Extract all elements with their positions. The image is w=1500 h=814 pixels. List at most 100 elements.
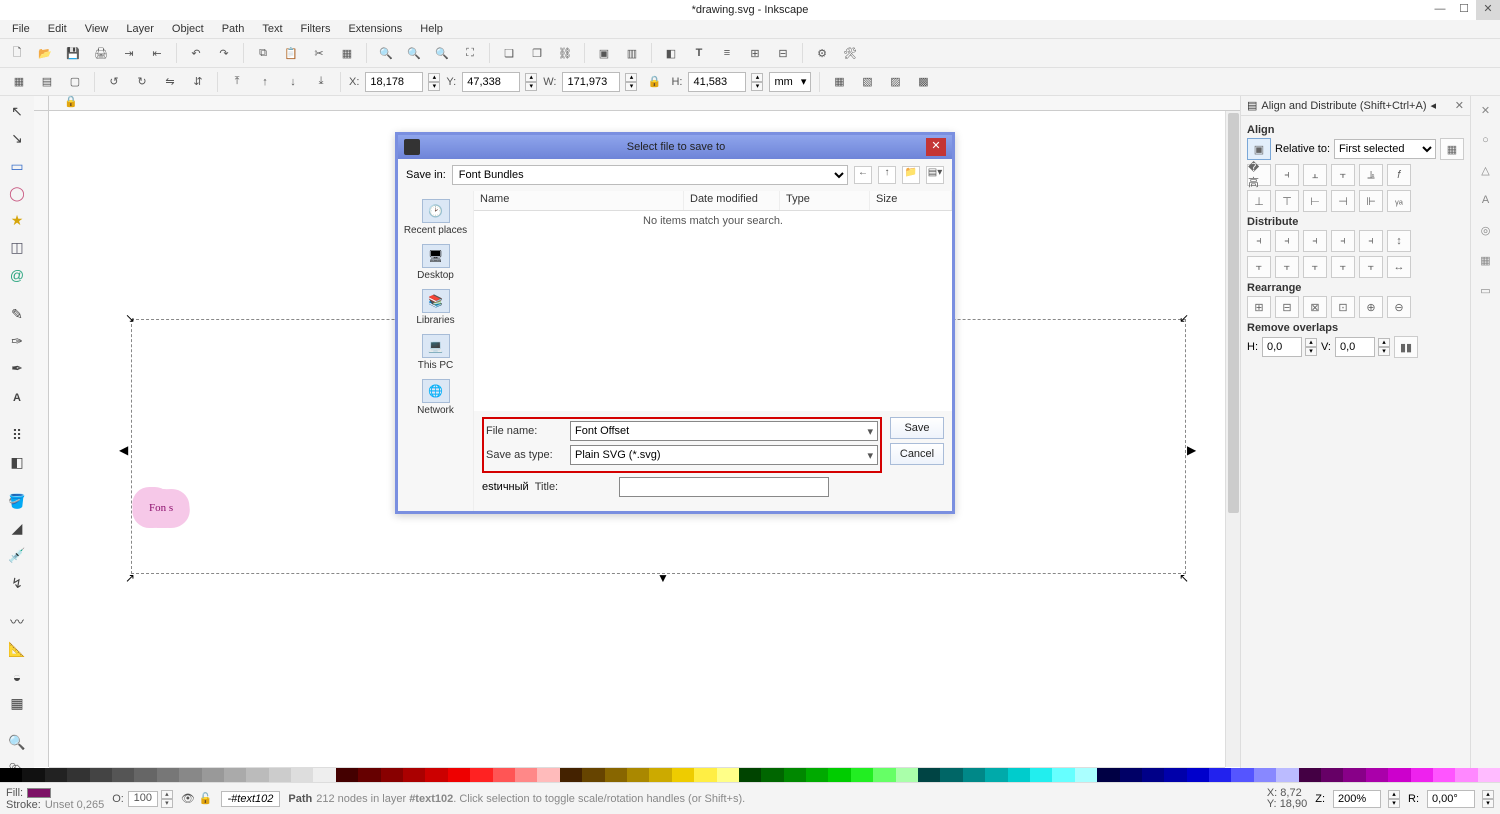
open-icon[interactable]: 📂: [34, 42, 56, 64]
dist-4[interactable]: ⫞: [1331, 230, 1355, 252]
doc-title-input[interactable]: [619, 477, 829, 497]
lpe-tool[interactable]: ◒: [4, 665, 30, 688]
maximize-button[interactable]: ☐: [1452, 0, 1476, 20]
menu-path[interactable]: Path: [214, 22, 253, 36]
align-top-edges[interactable]: ⫟: [1331, 164, 1355, 186]
save-in-select[interactable]: Font Bundles: [452, 165, 848, 185]
group-icon[interactable]: ▣: [593, 42, 615, 64]
select-all-icon[interactable]: ▦: [8, 71, 30, 93]
close-button[interactable]: ✕: [1476, 0, 1500, 20]
snap-grid-icon[interactable]: ▦: [1476, 254, 1496, 274]
prefs-icon[interactable]: ⚙: [811, 42, 833, 64]
x-down[interactable]: ▾: [428, 82, 440, 91]
snap-text-icon[interactable]: A: [1476, 194, 1496, 214]
dist-9[interactable]: ⫟: [1303, 256, 1327, 278]
layer-indicator[interactable]: -#text102: [221, 791, 281, 807]
paint-bucket-tool[interactable]: 🪣: [4, 490, 30, 513]
zoom-in-icon[interactable]: 🔍: [375, 42, 397, 64]
align-bottom[interactable]: ⊥: [1247, 190, 1271, 212]
saveas-select[interactable]: Plain SVG (*.svg)▾: [570, 445, 878, 465]
fill-swatch[interactable]: [27, 788, 51, 798]
filename-input[interactable]: Font Offset▾: [570, 421, 878, 441]
3dbox-tool[interactable]: ◫: [4, 236, 30, 259]
menu-text[interactable]: Text: [254, 22, 290, 36]
w-up[interactable]: ▴: [625, 73, 637, 82]
rotation-input[interactable]: 0,00°: [1427, 790, 1475, 808]
place-recent[interactable]: 🕑Recent places: [398, 195, 473, 240]
ungroup-icon[interactable]: ▥: [621, 42, 643, 64]
rearr-4[interactable]: ⊡: [1331, 296, 1355, 318]
cut-icon[interactable]: ✂: [308, 42, 330, 64]
x-up[interactable]: ▴: [428, 73, 440, 82]
file-list[interactable]: Name Date modified Type Size No items ma…: [474, 191, 952, 411]
select-layers-icon[interactable]: ▤: [36, 71, 58, 93]
zoom-input[interactable]: 200%: [1333, 790, 1381, 808]
copy-icon[interactable]: ⧉: [252, 42, 274, 64]
cancel-button[interactable]: Cancel: [890, 443, 944, 465]
color-palette[interactable]: [0, 768, 1500, 782]
col-name[interactable]: Name: [474, 191, 684, 210]
snap-center-icon[interactable]: ◎: [1476, 224, 1496, 244]
dist-11[interactable]: ⫟: [1359, 256, 1383, 278]
rotate-cw-icon[interactable]: ↻: [131, 71, 153, 93]
viewmenu-icon[interactable]: ▤▾: [926, 166, 944, 184]
panel-menu-icon[interactable]: ◂: [1430, 99, 1436, 112]
y-down[interactable]: ▾: [525, 82, 537, 91]
dialog-close-button[interactable]: ✕: [926, 138, 946, 156]
menu-extensions[interactable]: Extensions: [340, 22, 410, 36]
rearr-1[interactable]: ⊞: [1247, 296, 1271, 318]
menu-layer[interactable]: Layer: [118, 22, 162, 36]
raise-icon[interactable]: ↑: [254, 71, 276, 93]
place-network[interactable]: 🌐Network: [398, 375, 473, 420]
place-thispc[interactable]: 💻This PC: [398, 330, 473, 375]
h-up[interactable]: ▴: [751, 73, 763, 82]
export-icon[interactable]: ⇤: [146, 42, 168, 64]
dist-6[interactable]: ↕: [1387, 230, 1411, 252]
align-left-edges[interactable]: �高: [1247, 164, 1271, 186]
align-bottom3[interactable]: ⊢: [1303, 190, 1327, 212]
align-bottom4[interactable]: ⊣: [1331, 190, 1355, 212]
affect-corners-icon[interactable]: ▧: [856, 71, 878, 93]
save-button[interactable]: Save: [890, 417, 944, 439]
x-input[interactable]: 18,178: [365, 72, 423, 92]
rearr-5[interactable]: ⊕: [1359, 296, 1383, 318]
selector-tool[interactable]: ↖: [4, 100, 30, 123]
text-tool-icon[interactable]: T: [688, 42, 710, 64]
gradient-tool[interactable]: ◢: [4, 517, 30, 540]
fill-stroke-icon[interactable]: ◧: [660, 42, 682, 64]
col-type[interactable]: Type: [780, 191, 870, 210]
lower-icon[interactable]: ↓: [282, 71, 304, 93]
sel-handle-ne[interactable]: ↙: [1179, 311, 1188, 320]
clone-icon[interactable]: ❐: [526, 42, 548, 64]
lock-aspect-icon[interactable]: 🔒: [643, 71, 665, 93]
menu-edit[interactable]: Edit: [40, 22, 75, 36]
y-input[interactable]: 47,338: [462, 72, 520, 92]
zoom-page-icon[interactable]: ⛶: [459, 42, 481, 64]
menu-view[interactable]: View: [77, 22, 117, 36]
paste-in-place-icon[interactable]: ▦: [336, 42, 358, 64]
circle-tool[interactable]: ◯: [4, 182, 30, 205]
new-icon[interactable]: 🗋: [6, 42, 28, 64]
paste-icon[interactable]: 📋: [280, 42, 302, 64]
dist-5[interactable]: ⫞: [1359, 230, 1383, 252]
deselect-icon[interactable]: ▢: [64, 71, 86, 93]
connector-tool[interactable]: ↯: [4, 572, 30, 595]
xml-icon[interactable]: ⊞: [744, 42, 766, 64]
y-up[interactable]: ▴: [525, 73, 537, 82]
eraser-tool[interactable]: ◧: [4, 451, 30, 474]
print-icon[interactable]: 🖨: [90, 42, 112, 64]
affect-stroke-icon[interactable]: ▦: [828, 71, 850, 93]
tweak-tool[interactable]: 〰: [4, 611, 30, 634]
flip-v-icon[interactable]: ⇵: [187, 71, 209, 93]
col-size[interactable]: Size: [870, 191, 952, 210]
h-down[interactable]: ▾: [751, 82, 763, 91]
overlap-v-input[interactable]: 0,0: [1335, 337, 1375, 357]
scrollbar-vertical[interactable]: [1225, 111, 1240, 767]
remove-overlaps-button[interactable]: ▮▮: [1394, 336, 1418, 358]
calligraphy-tool[interactable]: ✒: [4, 357, 30, 380]
dropper-tool[interactable]: 💉: [4, 544, 30, 567]
w-down[interactable]: ▾: [625, 82, 637, 91]
sel-handle-e[interactable]: ▶: [1187, 443, 1196, 452]
place-libraries[interactable]: 📚Libraries: [398, 285, 473, 330]
save-icon[interactable]: 💾: [62, 42, 84, 64]
